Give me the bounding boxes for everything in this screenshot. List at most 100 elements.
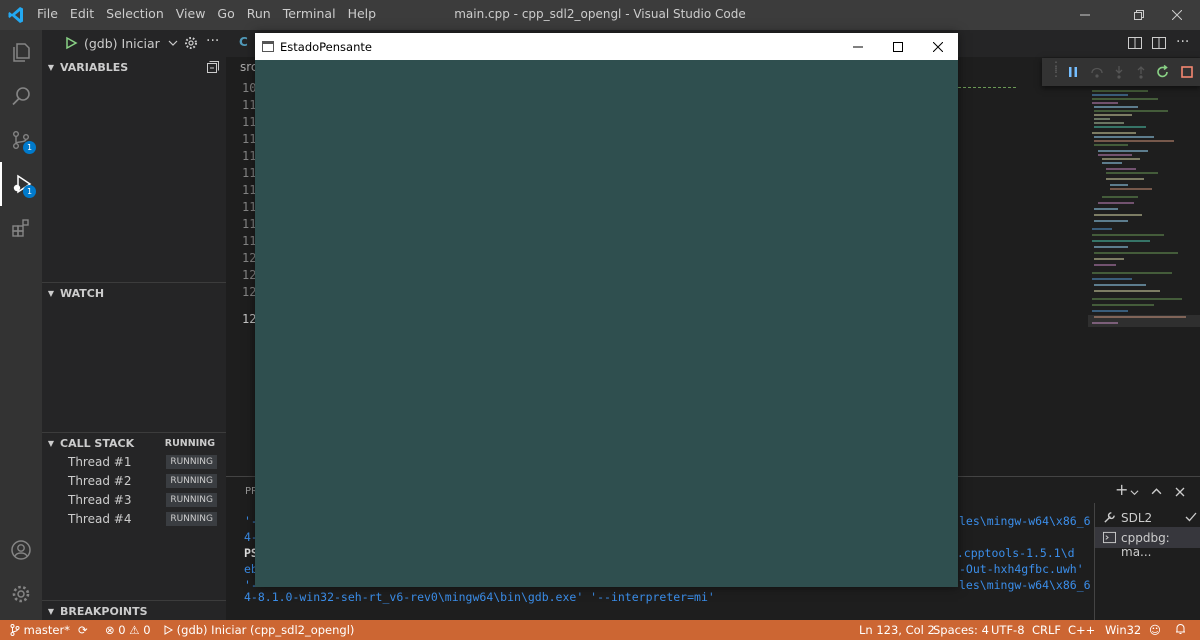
close-icon: [933, 41, 943, 52]
source-control-button[interactable]: 1: [0, 118, 42, 162]
app-window[interactable]: EstadoPensante: [255, 33, 958, 587]
menu-view[interactable]: View: [176, 6, 214, 21]
chevron-up-icon[interactable]: [1151, 486, 1162, 497]
restart-icon[interactable]: [1156, 65, 1170, 79]
launch-config-select[interactable]: (gdb) Iniciar: [64, 33, 178, 53]
callstack-header[interactable]: ▼ CALL STACK RUNNING: [42, 432, 226, 454]
close-window-button[interactable]: [1154, 0, 1200, 30]
app-window-titlebar[interactable]: EstadoPensante: [255, 33, 958, 60]
thread-state-badge: RUNNING: [166, 511, 217, 526]
drag-handle-icon[interactable]: ⋮ ⋮: [1050, 60, 1062, 78]
debug-icon: [164, 625, 174, 635]
chevron-down-icon: [168, 40, 178, 46]
language-mode[interactable]: C++: [1068, 623, 1095, 637]
thread-name: Thread #1: [68, 454, 132, 469]
accounts-button[interactable]: [0, 528, 42, 572]
callstack-title: CALL STACK: [60, 437, 135, 450]
feedback-icon[interactable]: ☺: [1149, 623, 1161, 637]
explorer-button[interactable]: [0, 30, 42, 74]
scm-badge: 1: [23, 141, 36, 154]
thread-row[interactable]: Thread #4 RUNNING: [42, 509, 226, 528]
account-icon: [11, 540, 31, 560]
minimize-icon: [853, 46, 863, 47]
check-icon: [1185, 512, 1197, 522]
debug-toolbar: ⋮ ⋮: [1042, 58, 1200, 86]
thread-row[interactable]: Thread #1 RUNNING: [42, 452, 226, 471]
step-out-icon[interactable]: [1134, 65, 1148, 79]
debug-launch-toolbar: (gdb) Iniciar ···: [42, 30, 226, 56]
thread-row[interactable]: Thread #2 RUNNING: [42, 471, 226, 490]
close-icon[interactable]: [1175, 487, 1185, 497]
thread-row[interactable]: Thread #3 RUNNING: [42, 490, 226, 509]
search-button[interactable]: [0, 74, 42, 118]
gear-icon[interactable]: [184, 36, 198, 50]
error-icon: ⊗: [105, 623, 115, 637]
app-canvas[interactable]: [255, 60, 958, 587]
dashed-indent-guide: [958, 87, 1016, 88]
more-actions-icon[interactable]: ···: [206, 33, 219, 49]
terminal-item-cppdbg[interactable]: cppdbg: ma...: [1095, 527, 1200, 559]
run-debug-button[interactable]: 1: [0, 162, 42, 206]
menu-selection[interactable]: Selection: [106, 6, 172, 21]
eol-status[interactable]: CRLF: [1032, 623, 1061, 637]
title-bar: File Edit Selection View Go Run Terminal…: [0, 0, 1200, 30]
minimap[interactable]: [1088, 87, 1200, 347]
menu-file[interactable]: File: [37, 6, 66, 21]
notifications-bell-icon[interactable]: [1175, 623, 1186, 638]
maximize-icon: [893, 41, 903, 52]
debug-config-status[interactable]: (gdb) Iniciar (cpp_sdl2_opengl): [163, 623, 354, 637]
warning-icon: ⚠: [129, 623, 140, 637]
tools-icon: [1104, 512, 1115, 523]
watch-header[interactable]: ▼ WATCH: [42, 282, 226, 304]
app-close-button[interactable]: [918, 33, 958, 60]
minimize-icon: [1080, 14, 1090, 16]
error-count: 0: [118, 623, 126, 637]
menu-run[interactable]: Run: [247, 6, 279, 21]
terminal-icon: [1103, 531, 1116, 544]
menu-go[interactable]: Go: [217, 6, 242, 21]
stop-icon[interactable]: [1180, 65, 1194, 79]
encoding-status[interactable]: UTF-8: [991, 623, 1025, 637]
thread-name: Thread #2: [68, 473, 132, 488]
thread-state-badge: RUNNING: [166, 454, 217, 469]
breakpoints-header[interactable]: ▼ BREAKPOINTS: [42, 600, 226, 622]
debug-sidebar: (gdb) Iniciar ··· ▼ VARIABLES ▼ WATCH ▼ …: [42, 30, 226, 620]
chevron-down-icon[interactable]: [1130, 488, 1139, 497]
cpp-file-icon: C: [239, 35, 248, 49]
indentation-status[interactable]: Spaces: 4: [933, 623, 989, 637]
terminal-line: les\mingw-w64\x86_6: [959, 514, 1091, 528]
platform-status[interactable]: Win32: [1105, 623, 1141, 637]
extensions-button[interactable]: [0, 206, 42, 250]
menu-help[interactable]: Help: [348, 6, 385, 21]
menu-edit[interactable]: Edit: [70, 6, 102, 21]
variables-header[interactable]: ▼ VARIABLES: [42, 56, 226, 78]
sync-icon[interactable]: ⟳: [78, 623, 88, 637]
app-window-title: EstadoPensante: [280, 40, 372, 54]
more-actions-icon[interactable]: ···: [1176, 34, 1189, 50]
step-over-icon[interactable]: [1090, 65, 1104, 79]
split-editor-icon[interactable]: [1128, 36, 1142, 50]
thread-state-badge: RUNNING: [166, 492, 217, 507]
cursor-position[interactable]: Ln 123, Col 2: [859, 623, 935, 637]
minimize-button[interactable]: [1062, 0, 1108, 30]
close-icon: [1172, 10, 1182, 20]
pause-icon[interactable]: [1066, 65, 1080, 79]
chevron-down-icon: ▼: [47, 607, 55, 616]
collapse-all-icon[interactable]: [207, 61, 219, 73]
problems-status[interactable]: ⊗ 0 ⚠ 0: [105, 623, 151, 637]
app-maximize-button[interactable]: [878, 33, 918, 60]
manage-button[interactable]: [0, 572, 42, 616]
step-into-icon[interactable]: [1112, 65, 1126, 79]
chevron-down-icon: ▼: [47, 439, 55, 448]
launch-config-label: (gdb) Iniciar: [84, 35, 160, 51]
branch-status[interactable]: master*: [10, 623, 70, 637]
restore-icon: [1134, 10, 1144, 20]
app-minimize-button[interactable]: [838, 33, 878, 60]
new-terminal-icon[interactable]: +: [1115, 480, 1128, 499]
compare-changes-icon[interactable]: [1152, 36, 1166, 50]
breakpoints-title: BREAKPOINTS: [60, 605, 148, 618]
app-icon: [262, 41, 274, 52]
terminal-item-sdl2[interactable]: SDL2: [1095, 508, 1200, 528]
menu-terminal[interactable]: Terminal: [283, 6, 344, 21]
start-debug-icon[interactable]: [64, 36, 78, 50]
